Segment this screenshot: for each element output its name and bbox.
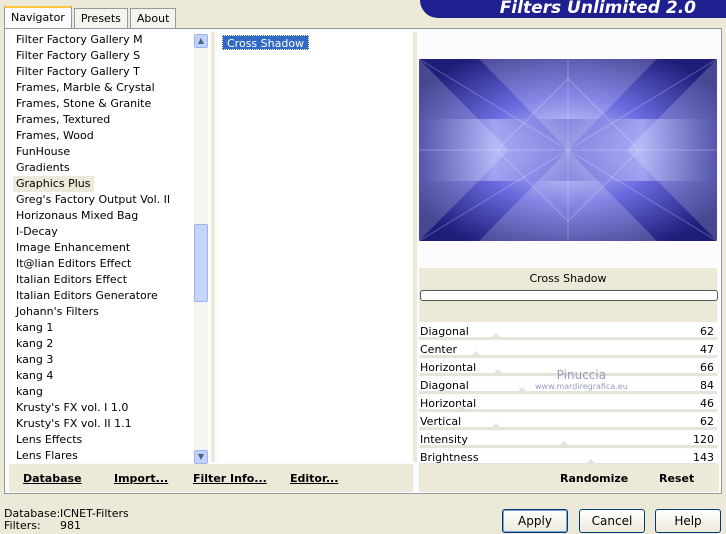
- tab-navigator[interactable]: Navigator: [4, 6, 72, 28]
- preview-image: [419, 59, 717, 241]
- slider-value: 84: [700, 379, 714, 392]
- slider-value: 120: [693, 433, 714, 446]
- category-item[interactable]: Greg's Factory Output Vol. II: [13, 192, 193, 208]
- category-item[interactable]: Frames, Marble & Crystal: [13, 80, 193, 96]
- filters-label: Filters:: [4, 519, 41, 532]
- randomize-button[interactable]: Randomize: [560, 472, 628, 485]
- category-item[interactable]: Lens Flares: [13, 448, 193, 462]
- slider-track[interactable]: [419, 413, 717, 430]
- slider-thumb-icon[interactable]: [515, 387, 529, 394]
- category-item[interactable]: Gradients: [13, 160, 193, 176]
- slider-value: 47: [700, 343, 714, 356]
- category-item[interactable]: kang 3: [13, 352, 193, 368]
- category-item[interactable]: Filter Factory Gallery S: [13, 48, 193, 64]
- scroll-up-icon[interactable]: ▲: [194, 34, 208, 48]
- tab-about[interactable]: About: [129, 8, 177, 28]
- category-list[interactable]: Filter Factory Gallery M Filter Factory G…: [13, 32, 193, 462]
- category-scrollbar[interactable]: ▲ ▼: [194, 34, 208, 464]
- slider-row[interactable]: Intensity 120: [419, 431, 717, 449]
- slider-label: Vertical: [420, 415, 462, 428]
- slider-value: 62: [700, 415, 714, 428]
- slider-row[interactable]: Horizontal 46: [419, 395, 717, 413]
- database-button[interactable]: Database: [23, 472, 82, 485]
- reset-button[interactable]: Reset: [659, 472, 694, 485]
- category-item[interactable]: Krusty's FX vol. II 1.1: [13, 416, 193, 432]
- watermark-name: Pinuccia: [556, 368, 607, 382]
- slider-thumb-icon[interactable]: [469, 351, 483, 358]
- tab-presets[interactable]: Presets: [73, 8, 128, 28]
- category-item[interactable]: Filter Factory Gallery M: [13, 32, 193, 48]
- filter-item-cross-shadow[interactable]: Cross Shadow: [222, 35, 310, 50]
- category-item[interactable]: Italian Editors Generatore: [13, 288, 193, 304]
- category-item[interactable]: Filter Factory Gallery T: [13, 64, 193, 80]
- slider-thumb-icon[interactable]: [491, 369, 505, 376]
- category-item[interactable]: Krusty's FX vol. I 1.0: [13, 400, 193, 416]
- category-item[interactable]: FunHouse: [13, 144, 193, 160]
- selected-filter-name: Cross Shadow: [529, 272, 607, 285]
- category-item[interactable]: I-Decay: [13, 224, 193, 240]
- category-item[interactable]: Graphics Plus: [13, 176, 95, 192]
- category-item[interactable]: Frames, Stone & Granite: [13, 96, 193, 112]
- slider-label: Intensity: [420, 433, 468, 446]
- slider-thumb-icon[interactable]: [454, 405, 468, 412]
- slider-label: Center: [420, 343, 458, 356]
- slider-label: Diagonal: [420, 379, 469, 392]
- category-item[interactable]: Johann's Filters: [13, 304, 193, 320]
- category-item[interactable]: Frames, Wood: [13, 128, 193, 144]
- category-item[interactable]: It@lian Editors Effect: [13, 256, 193, 272]
- category-item[interactable]: Horizonaus Mixed Bag: [13, 208, 193, 224]
- slider-value: 66: [700, 361, 714, 374]
- watermark-site: www.mardiregrafica.eu: [535, 382, 628, 391]
- scroll-down-icon[interactable]: ▼: [194, 450, 208, 464]
- progress-bar: [420, 290, 718, 301]
- tab-bar: Navigator Presets About: [4, 6, 178, 28]
- slider-track[interactable]: [419, 341, 717, 358]
- apply-button[interactable]: Apply: [502, 509, 568, 533]
- slider-value: 143: [693, 451, 714, 464]
- category-item[interactable]: kang 1: [13, 320, 193, 336]
- category-item[interactable]: Lens Effects: [13, 432, 193, 448]
- slider-row[interactable]: Diagonal 62: [419, 323, 717, 341]
- category-item[interactable]: kang 2: [13, 336, 193, 352]
- filter-settings-panel: Cross Shadow Diagonal 62 Center 47 Horizonta…: [417, 32, 721, 492]
- slider-value: 62: [700, 325, 714, 338]
- app-title-banner: Filters Unlimited 2.0: [420, 0, 726, 18]
- slider-label: Horizontal: [420, 361, 477, 374]
- category-item[interactable]: Frames, Textured: [13, 112, 193, 128]
- category-item[interactable]: kang: [13, 384, 193, 400]
- slider-thumb-icon[interactable]: [489, 423, 503, 430]
- navigator-panel: Filter Factory Gallery M Filter Factory G…: [4, 28, 722, 494]
- slider-label: Brightness: [420, 451, 479, 464]
- category-item[interactable]: Image Enhancement: [13, 240, 193, 256]
- slider-label: Diagonal: [420, 325, 469, 338]
- cancel-button[interactable]: Cancel: [579, 509, 645, 533]
- slider-list: Diagonal 62 Center 47 Horizontal 66 Diagonal 84…: [419, 323, 717, 467]
- status-area: Database: ICNET-Filters Filters: 981: [4, 508, 129, 532]
- slider-value: 46: [700, 397, 714, 410]
- slider-row[interactable]: Center 47: [419, 341, 717, 359]
- divider: [211, 32, 215, 462]
- filters-count: 981: [60, 519, 81, 532]
- slider-thumb-icon[interactable]: [557, 441, 571, 448]
- editor-button[interactable]: Editor...: [290, 472, 338, 485]
- watermark: Pinuccia www.mardiregrafica.eu: [535, 368, 628, 391]
- import-button[interactable]: Import...: [114, 472, 168, 485]
- category-item[interactable]: kang 4: [13, 368, 193, 384]
- filter-name-area: Cross Shadow: [419, 268, 718, 322]
- settings-action-bar: Randomize Reset: [419, 464, 719, 492]
- help-button[interactable]: Help: [655, 509, 721, 533]
- slider-row[interactable]: Vertical 62: [419, 413, 717, 431]
- category-item[interactable]: Italian Editors Effect: [13, 272, 193, 288]
- scroll-thumb[interactable]: [194, 224, 208, 302]
- navigator-action-bar: Database Import... Filter Info... Editor…: [9, 464, 413, 492]
- filter-list[interactable]: Cross Shadow: [219, 32, 411, 462]
- filter-info-button[interactable]: Filter Info...: [193, 472, 267, 485]
- slider-thumb-icon[interactable]: [489, 333, 503, 340]
